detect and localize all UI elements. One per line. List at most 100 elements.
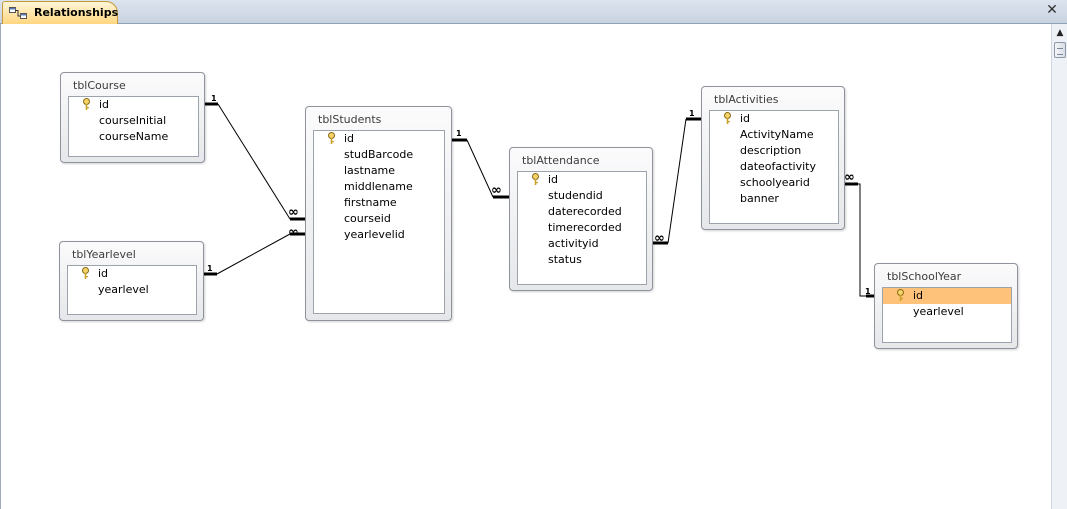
field-row[interactable]: studBarcode: [314, 147, 444, 163]
field-list: id yearlevel: [882, 287, 1012, 343]
tab-label: Relationships: [34, 6, 119, 19]
relationship-course-students: [217, 103, 291, 220]
field-row[interactable]: banner: [710, 191, 838, 207]
field-name: studBarcode: [344, 148, 414, 161]
relationships-icon: [9, 7, 27, 19]
field-row[interactable]: id: [68, 266, 196, 282]
field-row[interactable]: middlename: [314, 179, 444, 195]
scroll-thumb[interactable]: [1054, 42, 1066, 58]
one-label-activities: 1: [689, 109, 695, 118]
field-row[interactable]: status: [518, 252, 646, 268]
many-label-students: ∞: [491, 183, 502, 198]
field-row[interactable]: description: [710, 143, 838, 159]
field-name: yearlevelid: [344, 228, 405, 241]
relationships-canvas[interactable]: 1 ∞ 1 ∞ 1 ∞ ∞ 1 ∞ 1 tblCourse id courseI…: [0, 24, 1051, 509]
field-list: id studendid daterecorded timerecorded a…: [517, 171, 647, 285]
field-row[interactable]: firstname: [314, 195, 444, 211]
field-name: activityid: [548, 237, 599, 250]
field-name: middlename: [344, 180, 413, 193]
table-title: tblSchoolYear: [887, 270, 962, 283]
field-list: id ActivityName description dateofactivi…: [709, 110, 839, 224]
field-row[interactable]: daterecorded: [518, 204, 646, 220]
one-label-yearlevel: 1: [207, 264, 213, 273]
field-row[interactable]: dateofactivity: [710, 159, 838, 175]
many-label-course: ∞: [288, 205, 299, 220]
field-row[interactable]: activityid: [518, 236, 646, 252]
field-name: timerecorded: [548, 221, 622, 234]
many-label-activities: ∞: [844, 170, 855, 185]
field-row[interactable]: id: [710, 111, 838, 127]
field-name: id: [740, 112, 751, 125]
table-tblActivities[interactable]: tblActivities id ActivityName descriptio…: [701, 86, 845, 230]
table-tblSchoolYear[interactable]: tblSchoolYear id yearlevel: [874, 263, 1018, 349]
field-name: status: [548, 253, 582, 266]
key-icon: [724, 112, 731, 124]
table-title: tblActivities: [714, 93, 779, 106]
field-row[interactable]: ActivityName: [710, 127, 838, 143]
one-label-course: 1: [211, 94, 217, 103]
key-icon: [82, 267, 89, 279]
one-label-students: 1: [456, 129, 462, 138]
table-tblYearlevel[interactable]: tblYearlevel id yearlevel: [59, 241, 204, 321]
field-row[interactable]: id: [518, 172, 646, 188]
relationships-tab[interactable]: Relationships: [2, 1, 118, 24]
field-row[interactable]: studendid: [518, 188, 646, 204]
field-row[interactable]: courseInitial: [69, 113, 198, 129]
one-label-schoolyear: 1: [865, 287, 871, 296]
field-row[interactable]: courseid: [314, 211, 444, 227]
field-name: id: [344, 132, 355, 145]
field-name: description: [740, 144, 802, 157]
relationship-activities-schoolyear: [858, 183, 866, 297]
field-row[interactable]: id: [314, 131, 444, 147]
field-row[interactable]: yearlevel: [883, 304, 1011, 320]
table-tblCourse[interactable]: tblCourse id courseInitial courseName: [60, 72, 205, 163]
field-row[interactable]: timerecorded: [518, 220, 646, 236]
field-name: id: [913, 289, 924, 302]
close-icon[interactable]: ✕: [1045, 3, 1059, 17]
relationship-students-attendance: [466, 139, 494, 198]
field-name: id: [98, 267, 109, 280]
field-list: id courseInitial courseName: [68, 96, 199, 157]
table-title: tblAttendance: [522, 154, 600, 167]
field-name: yearlevel: [913, 305, 964, 318]
scroll-up-arrow-icon[interactable]: ▲: [1053, 26, 1067, 40]
field-name: id: [99, 98, 110, 111]
many-label-attendance: ∞: [654, 231, 665, 246]
table-tblAttendance[interactable]: tblAttendance id studendid daterecorded …: [509, 147, 653, 291]
field-row[interactable]: courseName: [69, 129, 198, 145]
table-title: tblCourse: [73, 79, 126, 92]
table-title: tblStudents: [318, 113, 382, 126]
field-name: dateofactivity: [740, 160, 816, 173]
field-name: firstname: [344, 196, 397, 209]
relationship-yearlevel-students: [216, 233, 291, 275]
field-row[interactable]: lastname: [314, 163, 444, 179]
field-name: yearlevel: [98, 283, 149, 296]
field-name: courseName: [99, 130, 169, 143]
key-icon: [897, 289, 904, 301]
field-row[interactable]: id: [69, 97, 198, 113]
field-name: banner: [740, 192, 779, 205]
field-name: schoolyearid: [740, 176, 810, 189]
document-tab-strip: Relationships ✕: [0, 0, 1067, 24]
table-title: tblYearlevel: [72, 248, 136, 261]
field-name: courseInitial: [99, 114, 167, 127]
field-name: lastname: [344, 164, 396, 177]
relationship-attendance-activities: [667, 118, 687, 244]
field-name: daterecorded: [548, 205, 622, 218]
many-label-yearlevel: ∞: [288, 225, 299, 240]
field-name: id: [548, 173, 559, 186]
field-list: id studBarcode lastname middlename first…: [313, 130, 445, 314]
field-list: id yearlevel: [67, 265, 197, 315]
field-row-selected[interactable]: id: [883, 288, 1011, 304]
field-name: ActivityName: [740, 128, 814, 141]
table-tblStudents[interactable]: tblStudents id studBarcode lastname midd…: [305, 106, 452, 321]
field-row[interactable]: schoolyearid: [710, 175, 838, 191]
key-icon: [328, 132, 335, 144]
key-icon: [83, 98, 90, 110]
field-name: studendid: [548, 189, 603, 202]
field-row[interactable]: yearlevel: [68, 282, 196, 298]
field-row[interactable]: yearlevelid: [314, 227, 444, 243]
field-name: courseid: [344, 212, 391, 225]
key-icon: [532, 173, 539, 185]
vertical-scrollbar[interactable]: ▲: [1051, 24, 1067, 509]
